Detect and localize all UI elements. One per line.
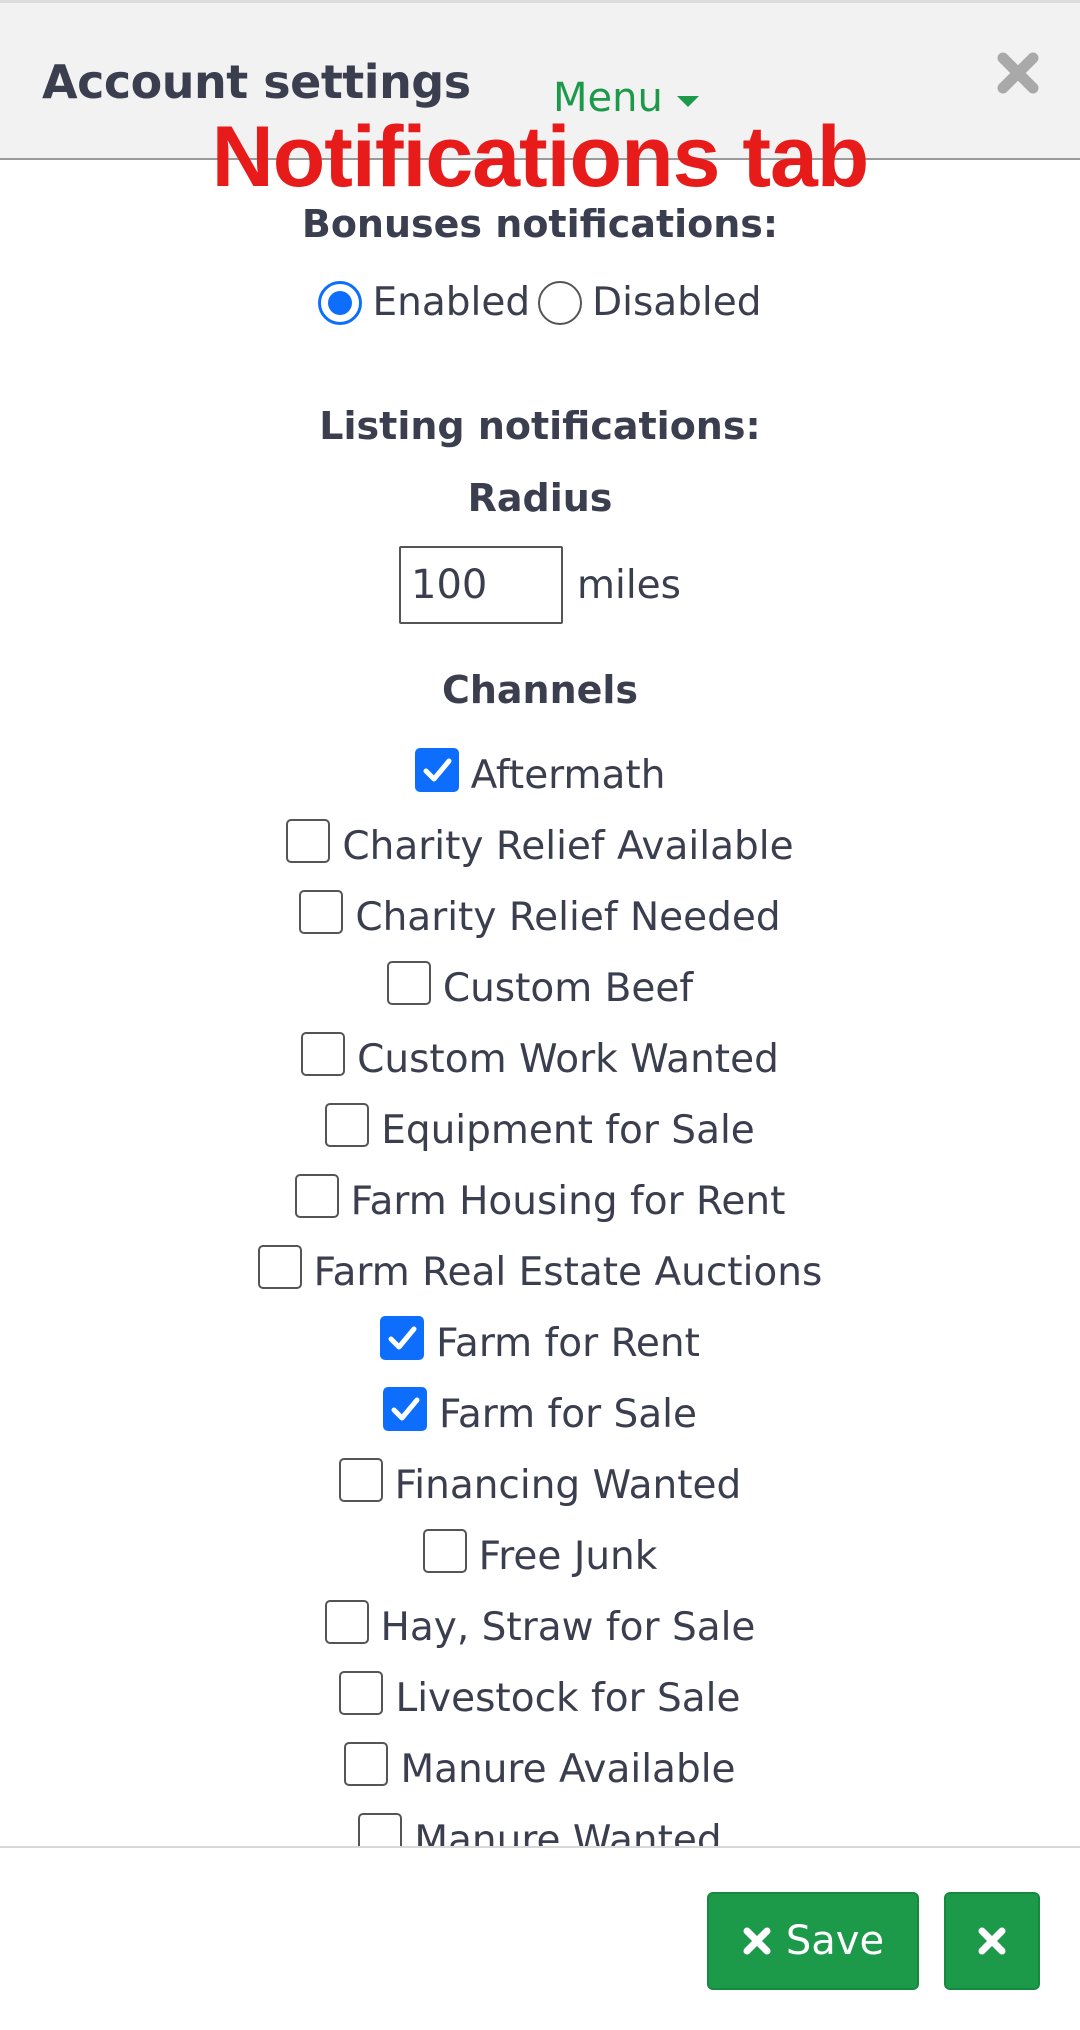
channel-item[interactable]: Farm Housing for Rent [0,1166,1080,1237]
channel-label: Custom Work Wanted [357,1037,779,1082]
bonuses-radio-group: Enabled Disabled [0,280,1080,325]
channel-item[interactable]: Manure Available [0,1734,1080,1805]
channel-checkbox[interactable] [324,1599,369,1644]
channel-list: Aftermath Charity Relief Available Charity… [0,740,1080,1846]
channel-label: Equipment for Sale [381,1108,755,1153]
channel-item[interactable]: Livestock for Sale [0,1663,1080,1734]
radius-unit: miles [577,562,681,608]
close-icon[interactable] [994,49,1042,97]
channel-label: Livestock for Sale [395,1676,741,1721]
channel-item[interactable]: Farm Real Estate Auctions [0,1237,1080,1308]
radius-row: miles [0,546,1080,624]
channel-checkbox[interactable] [286,818,331,863]
channel-checkbox[interactable] [325,1102,370,1147]
bonuses-heading: Bonuses notifications: [301,202,779,246]
notifications-tab-annotation: Notifications tab [211,109,870,205]
radio-option-disabled[interactable]: Disabled [538,280,762,325]
channel-item[interactable]: Free Junk [0,1521,1080,1592]
channel-item[interactable]: Custom Work Wanted [0,1024,1080,1095]
radio-button-enabled[interactable] [318,280,363,325]
channel-label: Farm for Rent [436,1321,700,1366]
channel-checkbox[interactable] [358,1812,403,1846]
radio-label-disabled: Disabled [592,280,762,325]
radio-label-enabled: Enabled [372,280,531,325]
channel-item[interactable]: Manure Wanted [0,1805,1080,1846]
channel-item[interactable]: Charity Relief Available [0,811,1080,882]
channel-checkbox[interactable] [257,1244,302,1289]
channel-checkbox[interactable] [301,1031,346,1076]
checkmark-icon [388,1326,417,1349]
channel-item[interactable]: Farm for Rent [0,1308,1080,1379]
cancel-button[interactable] [944,1892,1040,1990]
radio-option-enabled[interactable]: Enabled [318,280,530,325]
channel-checkbox[interactable] [299,889,344,934]
listing-heading: Listing notifications: [319,404,761,448]
channel-label: Hay, Straw for Sale [380,1605,756,1650]
channel-label: Manure Available [400,1747,736,1792]
channel-item[interactable]: Aftermath [0,740,1080,811]
channel-checkbox[interactable] [294,1173,339,1218]
modal-title: Account settings [42,55,471,109]
channel-checkbox[interactable] [380,1315,425,1360]
channel-label: Aftermath [470,753,666,798]
channels-heading: Channels [441,668,639,712]
notifications-panel: Bonuses notifications: Enabled Disabled … [0,162,1080,1846]
channel-label: Manure Wanted [414,1818,722,1846]
radius-input[interactable] [399,546,563,624]
channel-checkbox[interactable] [422,1528,467,1573]
channel-label: Financing Wanted [394,1463,742,1508]
channel-label: Charity Relief Available [342,824,794,869]
channel-item[interactable]: Financing Wanted [0,1450,1080,1521]
channel-checkbox[interactable] [339,1670,384,1715]
channel-item[interactable]: Charity Relief Needed [0,882,1080,953]
channel-label: Custom Beef [442,966,694,1011]
channel-item[interactable]: Custom Beef [0,953,1080,1024]
channel-label: Charity Relief Needed [355,895,781,940]
channel-checkbox[interactable] [414,747,459,792]
channel-item[interactable]: Farm for Sale [0,1379,1080,1450]
channel-label: Farm Real Estate Auctions [313,1250,823,1295]
save-button-label: Save [785,1918,885,1964]
channel-item[interactable]: Hay, Straw for Sale [0,1592,1080,1663]
checkmark-icon [423,758,452,781]
channel-checkbox[interactable] [386,960,431,1005]
channel-label: Farm Housing for Rent [350,1179,786,1224]
channel-label: Farm for Sale [439,1392,697,1437]
close-icon [978,1927,1006,1955]
times-icon [743,1927,771,1955]
channel-checkbox[interactable] [338,1457,383,1502]
save-button[interactable]: Save [707,1892,919,1990]
caret-down-icon [676,95,699,107]
channel-checkbox[interactable] [383,1386,427,1431]
channel-item[interactable]: Equipment for Sale [0,1095,1080,1166]
radio-button-disabled[interactable] [538,280,583,325]
account-settings-modal: Account settings Menu Notifications tab … [0,0,1080,2030]
radius-label: Radius [467,476,613,520]
channel-label: Free Junk [478,1534,658,1579]
modal-footer: Save [0,1846,1080,2030]
channel-checkbox[interactable] [344,1741,389,1786]
checkmark-icon [391,1397,420,1420]
